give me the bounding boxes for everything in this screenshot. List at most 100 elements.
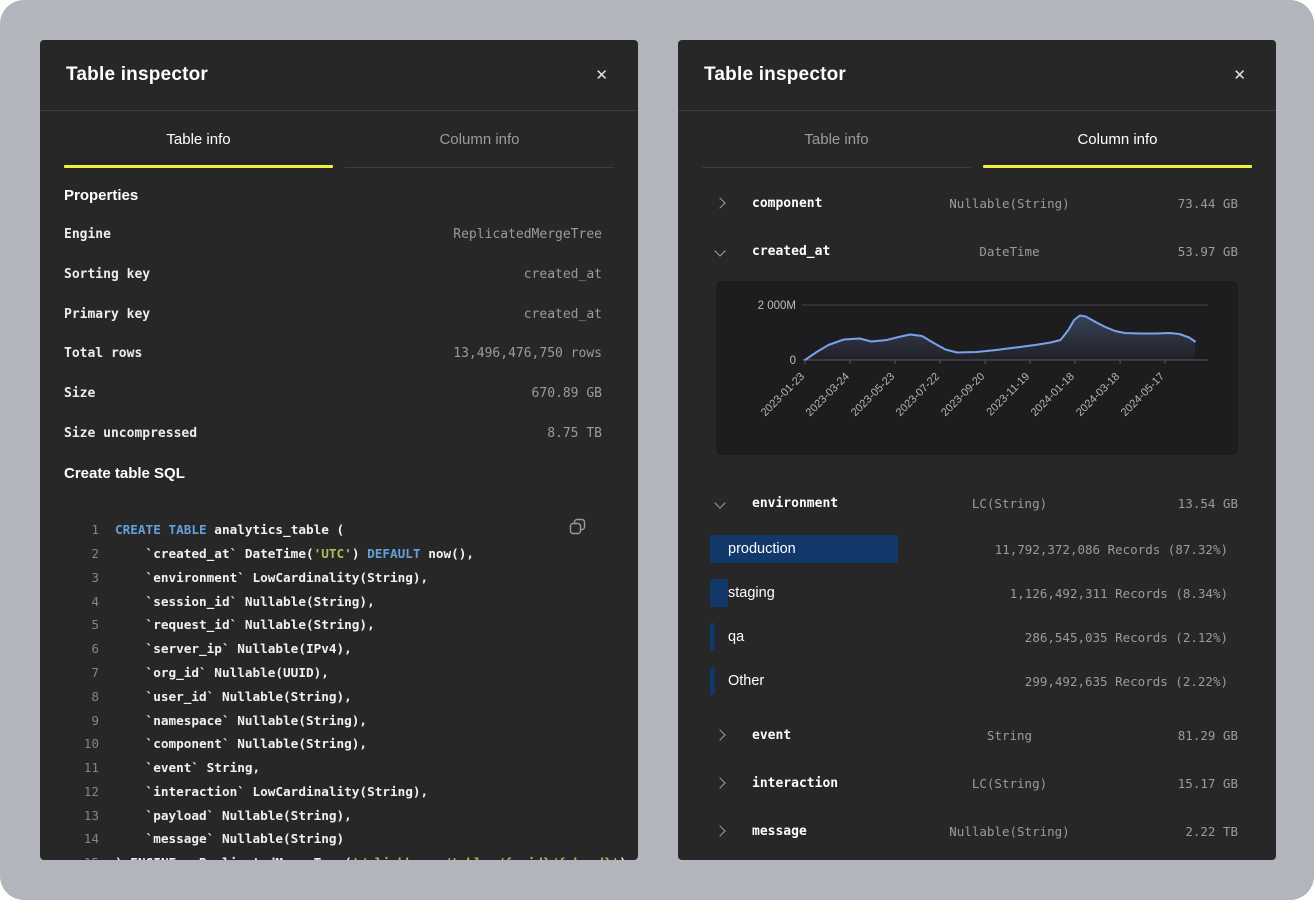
line-number: 3 (40, 566, 115, 590)
environment-value-records: 299,492,635 Records (2.22%) (1025, 674, 1228, 689)
line-number: 5 (40, 613, 115, 637)
property-value: 8.75 TB (547, 426, 602, 441)
tab-column-info[interactable]: Column info (345, 111, 614, 168)
created-at-distribution-chart: 2 000M02023-01-232023-03-242023-05-23202… (716, 281, 1238, 455)
value-distribution-bar (710, 667, 715, 695)
chevron-down-icon[interactable] (714, 497, 725, 508)
column-name: message (752, 824, 807, 839)
sql-code-text: `event` String, (115, 756, 260, 780)
property-value: ReplicatedMergeTree (453, 227, 602, 242)
chevron-down-icon[interactable] (714, 245, 725, 256)
property-value: 670.89 GB (532, 386, 602, 401)
y-axis-label: 2 000M (758, 300, 796, 312)
chevron-right-icon[interactable] (714, 825, 725, 836)
column-type: String (987, 728, 1032, 743)
sql-code-line: 1CREATE TABLE analytics_table ( (40, 518, 638, 542)
line-number: 10 (40, 732, 115, 756)
sql-code-line: 2 `created_at` DateTime('UTC') DEFAULT n… (40, 542, 638, 566)
sql-code-text: `environment` LowCardinality(String), (115, 566, 428, 590)
sql-code-block: 1CREATE TABLE analytics_table (2 `create… (40, 518, 638, 860)
line-number: 9 (40, 709, 115, 733)
sql-code-text: CREATE TABLE analytics_table ( (115, 518, 344, 542)
page-background: Table inspector ✕ Table info Column info… (0, 0, 1314, 900)
sql-code-text: `org_id` Nullable(UUID), (115, 661, 329, 685)
create-table-sql-heading: Create table SQL (40, 466, 638, 482)
property-label: Total rows (64, 346, 142, 361)
column-name: created_at (752, 244, 830, 259)
x-axis-date-label: 2023-07-22 (894, 371, 942, 419)
tab-bar: Table info Column info (678, 111, 1276, 168)
sql-code-text: `user_id` Nullable(String), (115, 685, 352, 709)
sql-code-text: `payload` Nullable(String), (115, 804, 352, 828)
column-row-message[interactable]: messageNullable(String)2.22 TB (678, 807, 1276, 855)
property-row: Engine ReplicatedMergeTree (40, 215, 638, 255)
sql-code-line: 9 `namespace` Nullable(String), (40, 709, 638, 733)
column-name: event (752, 728, 791, 743)
column-row-interaction[interactable]: interactionLC(String)15.17 GB (678, 759, 1276, 807)
sql-code-line: 15) ENGINE = ReplicatedMergeTree('/click… (40, 851, 638, 860)
line-number: 2 (40, 542, 115, 566)
tab-bar: Table info Column info (40, 111, 638, 168)
value-distribution-bar (710, 579, 728, 607)
chevron-right-icon[interactable] (714, 197, 725, 208)
x-axis-date-label: 2024-05-17 (1119, 371, 1167, 419)
environment-value-records: 1,126,492,311 Records (8.34%) (1010, 586, 1228, 601)
tab-table-info[interactable]: Table info (64, 111, 333, 168)
property-label: Engine (64, 227, 111, 242)
chevron-right-icon[interactable] (714, 729, 725, 740)
copy-icon[interactable] (567, 516, 588, 540)
property-row: Size uncompressed8.75 TB (40, 413, 638, 453)
column-size: 73.44 GB (1178, 196, 1238, 211)
property-label: Primary key (64, 307, 150, 322)
property-row: Sorting keycreated_at (40, 255, 638, 295)
column-type: LC(String) (972, 776, 1047, 791)
sql-code-text: `namespace` Nullable(String), (115, 709, 367, 733)
line-number: 12 (40, 780, 115, 804)
column-row-event[interactable]: eventString81.29 GB (678, 711, 1276, 759)
close-icon[interactable]: ✕ (1229, 64, 1250, 87)
x-axis-date-label: 2024-03-18 (1074, 371, 1122, 419)
property-value: 13,496,476,750 rows (453, 346, 602, 361)
table-inspector-modal-table-info: Table inspector ✕ Table info Column info… (40, 40, 638, 860)
column-row-created_at[interactable]: created_atDateTime53.97 GB (678, 227, 1276, 275)
column-row-left: component (716, 196, 901, 211)
modal-title: Table inspector (66, 64, 208, 86)
y-axis-label: 0 (790, 355, 796, 367)
x-axis-date-label: 2023-05-23 (849, 371, 897, 419)
x-axis-date-label: 2024-01-18 (1029, 371, 1077, 419)
line-number: 14 (40, 827, 115, 851)
modal-title: Table inspector (704, 64, 846, 86)
property-row: Size 670.89 GB (40, 374, 638, 414)
tab-table-info[interactable]: Table info (702, 111, 971, 168)
column-type: LC(String) (972, 496, 1047, 511)
column-row-environment[interactable]: environment LC(String) 13.54 GB (678, 479, 1276, 527)
sql-code-line: 12 `interaction` LowCardinality(String), (40, 780, 638, 804)
x-axis-date-label: 2023-03-24 (804, 371, 852, 419)
x-axis-date-label: 2023-11-19 (984, 371, 1032, 419)
column-row-left: interaction (716, 776, 901, 791)
modal-header: Table inspector ✕ (678, 40, 1276, 111)
line-number: 1 (40, 518, 115, 542)
environment-value-row: qa286,545,035 Records (2.12%) (678, 615, 1276, 659)
column-row-component[interactable]: componentNullable(String)73.44 GB (678, 179, 1276, 227)
sql-code-line: 5 `request_id` Nullable(String), (40, 613, 638, 637)
column-list: componentNullable(String)73.44 GBcreated… (678, 179, 1276, 855)
chevron-right-icon[interactable] (714, 777, 725, 788)
properties-list: Engine ReplicatedMergeTree Sorting keycrea… (40, 215, 638, 453)
sql-code-text: `server_ip` Nullable(IPv4), (115, 637, 352, 661)
line-number: 13 (40, 804, 115, 828)
tab-column-info[interactable]: Column info (983, 111, 1252, 168)
sql-code-lines: 1CREATE TABLE analytics_table (2 `create… (40, 518, 638, 860)
column-size: 13.54 GB (1178, 496, 1238, 511)
sql-code-text: ) ENGINE = ReplicatedMergeTree('/clickho… (115, 851, 627, 860)
column-name: interaction (752, 776, 838, 791)
table-inspector-modal-column-info: Table inspector ✕ Table info Column info… (678, 40, 1276, 860)
environment-value-row: production11,792,372,086 Records (87.32%… (678, 527, 1276, 571)
column-name: environment (752, 496, 838, 511)
environment-value-row: staging1,126,492,311 Records (8.34%) (678, 571, 1276, 615)
column-row-left: event (716, 728, 901, 743)
line-number: 8 (40, 685, 115, 709)
close-icon[interactable]: ✕ (591, 64, 612, 87)
property-label: Size (64, 386, 95, 401)
sql-code-line: 6 `server_ip` Nullable(IPv4), (40, 637, 638, 661)
